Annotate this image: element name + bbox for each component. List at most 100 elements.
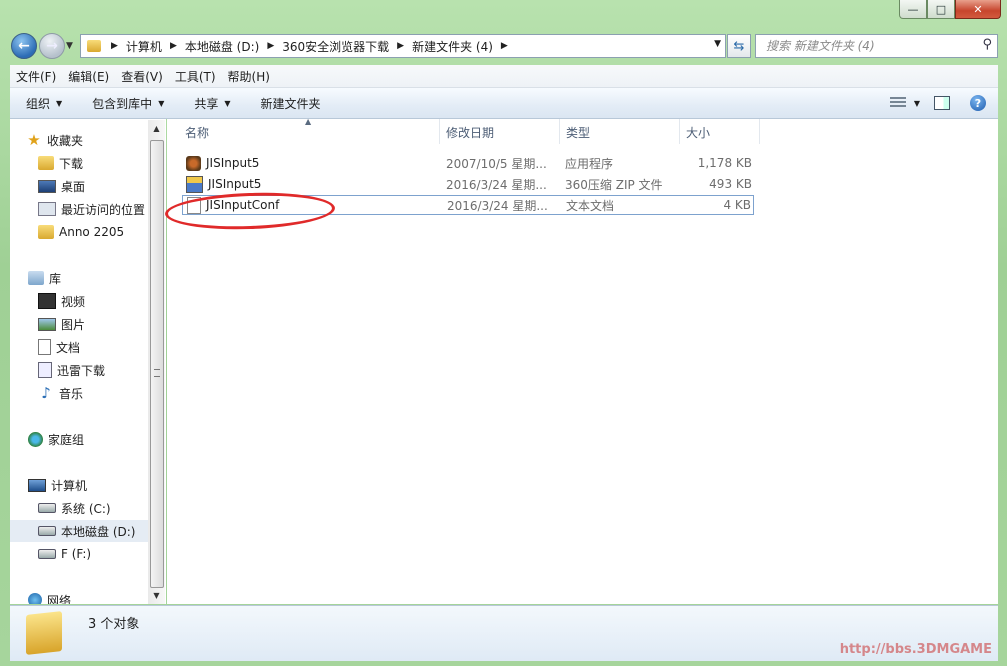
chevron-down-icon: ▼ <box>224 98 231 108</box>
chevron-down-icon: ▼ <box>56 98 63 108</box>
drive-icon <box>38 549 56 559</box>
organize-label: 组织 <box>26 96 51 111</box>
music-icon: ♪ <box>41 384 51 402</box>
file-size: 493 KB <box>709 177 752 191</box>
breadcrumb-computer[interactable]: 计算机 <box>126 38 162 55</box>
preview-pane-icon[interactable] <box>934 96 950 110</box>
organize-button[interactable]: 组织 ▼ <box>10 95 76 112</box>
share-button[interactable]: 共享 ▼ <box>178 95 244 112</box>
nav-label: F (F:) <box>61 547 92 561</box>
nav-item-documents[interactable]: 文档 <box>38 336 166 358</box>
menu-help[interactable]: 帮助(H) <box>222 68 276 85</box>
chevron-right-icon[interactable]: ▶ <box>111 41 118 51</box>
nav-computer[interactable]: 计算机 <box>28 474 166 496</box>
scrollbar-thumb[interactable] <box>150 140 164 588</box>
maximize-button[interactable]: □ <box>927 0 955 19</box>
address-dropdown-icon[interactable]: ▼ <box>714 39 721 49</box>
forward-arrow-icon: → <box>46 38 58 54</box>
file-date: 2007/10/5 星期... <box>446 156 547 171</box>
file-size: 1,178 KB <box>697 156 752 170</box>
search-input[interactable] <box>764 38 978 54</box>
column-size[interactable]: 大小 <box>680 119 760 144</box>
include-in-library-button[interactable]: 包含到库中 ▼ <box>76 95 178 112</box>
back-arrow-icon: ← <box>18 38 30 54</box>
zip-icon <box>186 175 203 193</box>
help-icon[interactable]: ? <box>970 95 986 111</box>
nav-item-videos[interactable]: 视频 <box>38 290 166 312</box>
nav-item-thunder-downloads[interactable]: 迅雷下载 <box>38 359 166 381</box>
file-row[interactable]: JISInput5 2016/3/24 星期... 360压缩 ZIP 文件 4… <box>182 174 754 194</box>
watermark: http://bbs.3DMGAME <box>839 642 992 657</box>
menu-file[interactable]: 文件(F) <box>10 68 62 85</box>
column-name[interactable]: 名称 <box>179 119 440 144</box>
forward-button[interactable]: → <box>39 33 65 59</box>
menu-view[interactable]: 查看(V) <box>115 68 169 85</box>
refresh-button[interactable]: ⇆ <box>727 34 751 58</box>
document-icon <box>38 339 51 355</box>
scroll-down-icon[interactable]: ▼ <box>148 587 165 604</box>
file-date: 2016/3/24 星期... <box>447 198 548 213</box>
search-icon[interactable]: ⚲ <box>982 37 992 52</box>
file-row-selected[interactable]: JISInputConf 2016/3/24 星期... 文本文档 4 KB <box>182 195 754 215</box>
video-icon <box>38 293 56 309</box>
nav-label: 桌面 <box>61 179 86 194</box>
breadcrumb-360-downloads[interactable]: 360安全浏览器下载 <box>282 38 389 55</box>
command-bar: 组织 ▼ 包含到库中 ▼ 共享 ▼ 新建文件夹 ▼ ? <box>10 88 998 119</box>
column-date[interactable]: 修改日期 <box>440 119 560 144</box>
network-icon <box>28 593 42 604</box>
chevron-right-icon[interactable]: ▶ <box>170 41 177 51</box>
nav-favorites[interactable]: ★ 收藏夹 <box>26 129 164 151</box>
nav-libraries[interactable]: 库 <box>28 267 166 289</box>
breadcrumb-new-folder-4[interactable]: 新建文件夹 (4) <box>412 38 493 55</box>
close-button[interactable]: ✕ <box>955 0 1001 19</box>
recent-places-icon <box>38 202 56 216</box>
desktop-icon <box>38 179 56 193</box>
nav-item-drive-d[interactable]: 本地磁盘 (D:) <box>10 520 148 542</box>
nav-label: 最近访问的位置 <box>61 202 146 217</box>
breadcrumb-drive-d[interactable]: 本地磁盘 (D:) <box>185 38 259 55</box>
chevron-right-icon[interactable]: ▶ <box>267 41 274 51</box>
nav-homegroup[interactable]: 家庭组 <box>28 428 166 450</box>
chevron-right-icon[interactable]: ▶ <box>397 41 404 51</box>
chevron-right-icon[interactable]: ▶ <box>501 41 508 51</box>
new-folder-label: 新建文件夹 <box>260 96 321 111</box>
chevron-down-icon: ▼ <box>158 98 165 108</box>
nav-item-drive-f[interactable]: F (F:) <box>38 543 166 565</box>
nav-label: 迅雷下载 <box>57 363 106 378</box>
nav-label: 文档 <box>56 340 81 355</box>
menu-edit[interactable]: 编辑(E) <box>62 68 115 85</box>
computer-icon <box>28 478 46 492</box>
column-type[interactable]: 类型 <box>560 119 680 144</box>
minimize-button[interactable]: — <box>899 0 927 19</box>
nav-item-recent-places[interactable]: 最近访问的位置 <box>38 198 166 220</box>
thunder-download-icon <box>38 362 52 378</box>
nav-item-pictures[interactable]: 图片 <box>38 313 166 335</box>
file-type: 360压缩 ZIP 文件 <box>565 177 663 192</box>
grip-icon <box>154 369 160 377</box>
status-bar: 3 个对象 http://bbs.3DMGAME <box>10 605 998 661</box>
scroll-up-icon[interactable]: ▲ <box>148 120 165 137</box>
view-dropdown-icon[interactable]: ▼ <box>914 99 920 108</box>
file-type: 应用程序 <box>565 156 614 171</box>
nav-item-drive-c[interactable]: 系统 (C:) <box>38 497 166 519</box>
nav-label: 视频 <box>61 294 86 309</box>
nav-label: 网络 <box>47 593 72 605</box>
menu-tools[interactable]: 工具(T) <box>169 68 222 85</box>
file-row[interactable]: JISInput5 2007/10/5 星期... 应用程序 1,178 KB <box>182 153 754 173</box>
navigation-pane: ★ 收藏夹 下载 桌面 最近访问的位置 Anno 2205 库 视频 图片 文档 … <box>10 119 166 604</box>
nav-item-downloads[interactable]: 下载 <box>38 152 166 174</box>
nav-item-music[interactable]: ♪ 音乐 <box>38 382 166 404</box>
nav-scrollbar[interactable]: ▲ ▼ <box>148 120 165 604</box>
recent-pages-dropdown[interactable]: ▼ <box>66 41 73 51</box>
nav-label: 下载 <box>59 156 84 171</box>
address-bar[interactable]: ▶ 计算机 ▶ 本地磁盘 (D:) ▶ 360安全浏览器下载 ▶ 新建文件夹 (… <box>80 34 726 58</box>
change-view-icon[interactable] <box>889 97 906 109</box>
nav-label: 本地磁盘 (D:) <box>61 524 136 539</box>
back-button[interactable]: ← <box>11 33 37 59</box>
caption-buttons: — □ ✕ <box>899 0 1001 20</box>
nav-item-anno-2205[interactable]: Anno 2205 <box>38 221 166 243</box>
nav-network[interactable]: 网络 <box>28 589 166 604</box>
nav-item-desktop[interactable]: 桌面 <box>38 175 166 197</box>
nav-label: Anno 2205 <box>59 225 125 239</box>
new-folder-button[interactable]: 新建文件夹 <box>245 95 335 112</box>
